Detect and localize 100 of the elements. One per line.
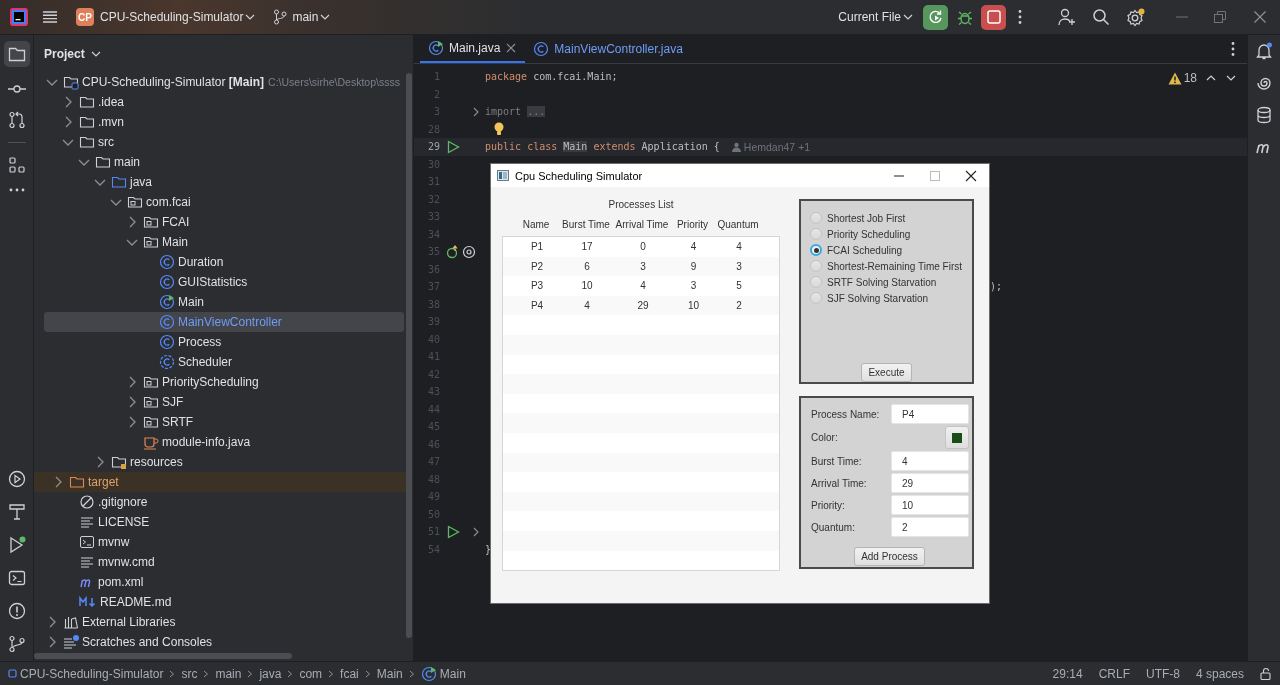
tree-row[interactable]: module-info.java: [44, 432, 404, 452]
git-icon[interactable]: [7, 635, 26, 653]
fold-chevron-icon[interactable]: [471, 105, 481, 118]
tree-row[interactable]: FCAI: [44, 212, 404, 232]
tree-row[interactable]: GUIStatistics: [44, 272, 404, 292]
tree-row[interactable]: SRTF: [44, 412, 404, 432]
breadcrumb[interactable]: main: [215, 666, 242, 681]
editor-tab[interactable]: MainViewController.java: [525, 35, 691, 63]
tree-row[interactable]: MainViewController: [44, 312, 404, 332]
tree-row[interactable]: Main: [44, 232, 404, 252]
radio-button[interactable]: [810, 212, 822, 224]
tree-row[interactable]: .idea: [44, 92, 404, 112]
run-icon[interactable]: [446, 524, 460, 539]
breadcrumb[interactable]: com: [299, 666, 323, 681]
tree-row[interactable]: mvnw.cmd: [44, 552, 404, 572]
run-icon[interactable]: [7, 536, 26, 554]
input-field[interactable]: 29: [891, 473, 969, 493]
process-table[interactable]: P1 17 0 4 4 P2 6 3 9 3 P3 10 4 3 5 P4 4 29 10 2: [502, 236, 780, 571]
tree-row[interactable]: Duration: [44, 252, 404, 272]
tree-row[interactable]: Process: [44, 332, 404, 352]
color-picker[interactable]: [945, 426, 969, 449]
menu-icon[interactable]: [42, 9, 58, 25]
indent-setting[interactable]: 4 spaces: [1195, 666, 1244, 681]
tree-row[interactable]: .mvn: [44, 112, 404, 132]
branch-icon[interactable]: [273, 9, 288, 25]
radio-option[interactable]: SRTF Solving Starvation: [810, 274, 972, 290]
tree-row[interactable]: Scratches and Consoles: [44, 632, 404, 652]
pull-request-icon[interactable]: [7, 111, 26, 129]
tree-row[interactable]: main: [44, 152, 404, 172]
structure-icon[interactable]: [7, 156, 26, 174]
breadcrumb[interactable]: src: [181, 666, 198, 681]
services-icon[interactable]: [7, 470, 26, 488]
column-header[interactable]: Name: [511, 219, 561, 230]
tree-row[interactable]: PriorityScheduling: [44, 372, 404, 392]
terminal-icon[interactable]: [7, 569, 26, 587]
branch-selector[interactable]: main: [292, 10, 319, 24]
column-header[interactable]: Quantum: [712, 219, 764, 230]
lock-icon[interactable]: [1260, 667, 1272, 680]
tree-row[interactable]: LICENSE: [44, 512, 404, 532]
caret-position[interactable]: 29:14: [1052, 666, 1083, 681]
panel-title[interactable]: Project: [44, 46, 85, 61]
radio-option[interactable]: Shortest-Remaining Time First: [810, 258, 972, 274]
tree-row[interactable]: mvnw: [44, 532, 404, 552]
tree-row[interactable]: External Libraries: [44, 612, 404, 632]
radio-button[interactable]: [810, 228, 822, 240]
scrollbar[interactable]: [406, 73, 412, 638]
more-vertical-icon[interactable]: [1018, 9, 1022, 25]
app-logo-icon[interactable]: [10, 8, 28, 26]
radio-option[interactable]: FCAI Scheduling: [810, 242, 972, 258]
tree-row[interactable]: .gitignore: [44, 492, 404, 512]
line-ending[interactable]: CRLF: [1098, 666, 1130, 681]
project-selector[interactable]: CPU-Scheduling-Simulator: [100, 10, 244, 24]
tree-row[interactable]: Scheduler: [44, 352, 404, 372]
radio-button[interactable]: [810, 260, 822, 272]
column-header[interactable]: Priority: [673, 219, 712, 230]
tree-row[interactable]: README.md: [44, 592, 404, 612]
stop-button[interactable]: [981, 4, 1006, 30]
scrollbar[interactable]: [34, 653, 292, 659]
input-field[interactable]: 2: [891, 517, 969, 537]
breadcrumb[interactable]: fcai: [340, 666, 359, 681]
more-vertical-icon[interactable]: [1231, 41, 1235, 57]
hammer-icon[interactable]: [7, 503, 26, 521]
breadcrumb[interactable]: Main: [376, 666, 403, 681]
rerun-button[interactable]: [923, 4, 948, 30]
radio-button[interactable]: [810, 292, 822, 304]
settings-icon[interactable]: [1126, 7, 1145, 27]
close-icon[interactable]: [965, 169, 977, 182]
warning-count[interactable]: 18: [1183, 71, 1197, 85]
input-field[interactable]: 10: [891, 495, 969, 515]
tree-row[interactable]: java: [44, 172, 404, 192]
project-tool-button[interactable]: [3, 41, 30, 67]
file-encoding[interactable]: UTF-8: [1145, 666, 1180, 681]
radio-button[interactable]: [810, 276, 822, 288]
more-horizontal-icon[interactable]: [7, 187, 26, 193]
tree-row[interactable]: src: [44, 132, 404, 152]
breadcrumb[interactable]: java: [259, 666, 282, 681]
add-process-button[interactable]: Add Process: [854, 547, 925, 566]
tree-row[interactable]: SJF: [44, 392, 404, 412]
implemented-icon[interactable]: [446, 244, 460, 259]
breadcrumb[interactable]: Main: [439, 666, 466, 681]
radio-button[interactable]: [810, 244, 822, 256]
input-field[interactable]: P4: [891, 404, 969, 424]
radio-option[interactable]: Shortest Job First: [810, 210, 972, 226]
search-icon[interactable]: [1092, 8, 1110, 26]
breadcrumb[interactable]: CPU-Scheduling-Simulator: [20, 666, 164, 681]
restore-icon[interactable]: [1213, 10, 1227, 24]
tree-row[interactable]: com.fcai: [44, 192, 404, 212]
fold-chevron-icon[interactable]: [471, 525, 481, 538]
bulb-icon[interactable]: [493, 122, 505, 137]
run-icon[interactable]: [446, 139, 460, 154]
radio-option[interactable]: SJF Solving Starvation: [810, 290, 972, 306]
tree-row[interactable]: resources: [44, 452, 404, 472]
editor-tab[interactable]: Main.java: [420, 35, 526, 63]
column-header[interactable]: Arrival Time: [611, 219, 673, 230]
tree-row[interactable]: Main: [44, 292, 404, 312]
execute-button[interactable]: Execute: [861, 363, 912, 382]
tree-row[interactable]: pom.xml: [44, 572, 404, 592]
input-field[interactable]: 4: [891, 451, 969, 471]
annotation-icon[interactable]: [462, 244, 476, 259]
problems-icon[interactable]: [7, 602, 26, 620]
